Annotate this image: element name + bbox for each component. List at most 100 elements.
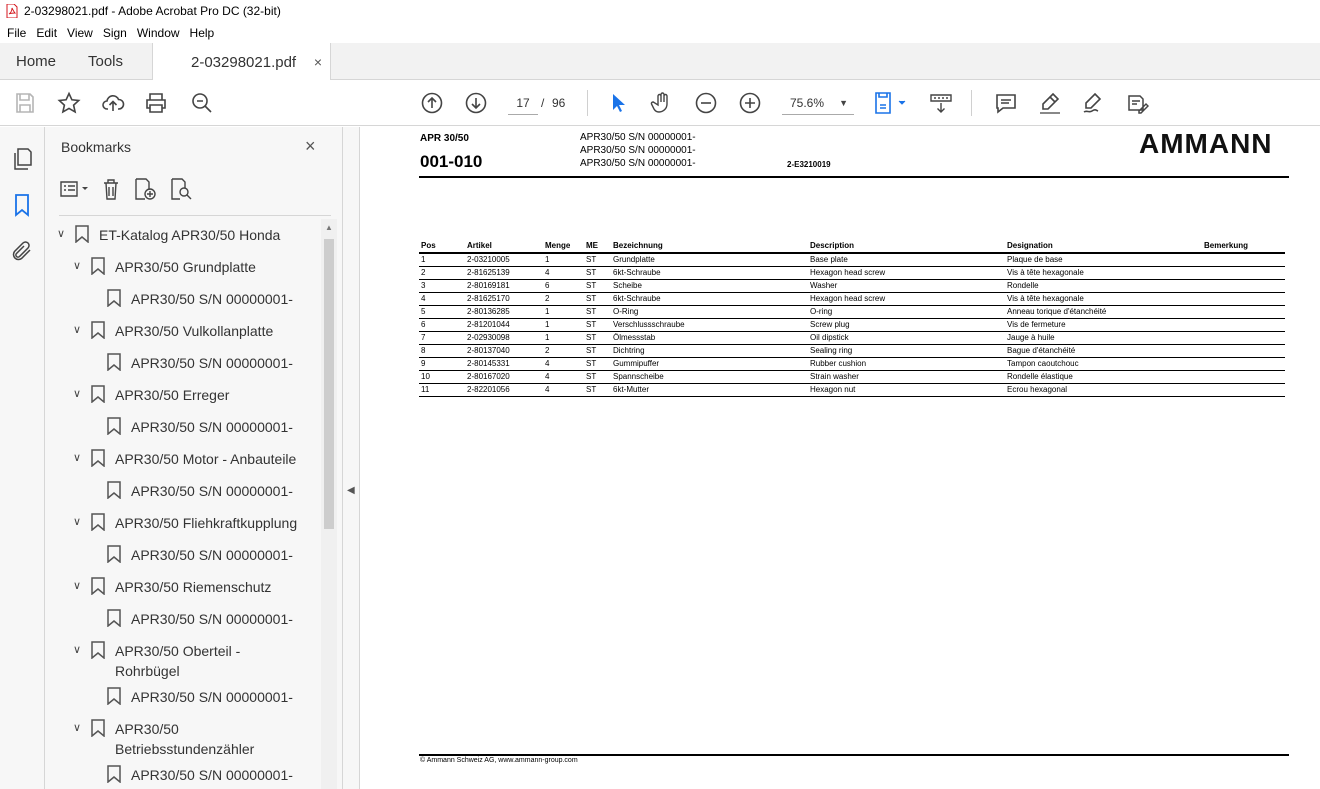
bookmark-label: APR30/50 S/N 00000001- (131, 355, 293, 371)
delete-bookmark-icon[interactable] (101, 177, 121, 201)
close-icon[interactable]: × (305, 136, 316, 157)
menu-file[interactable]: File (2, 26, 31, 40)
print-icon[interactable] (143, 90, 169, 116)
star-icon[interactable] (56, 90, 82, 116)
zoom-out-icon[interactable] (693, 90, 719, 116)
new-bookmark-icon[interactable] (133, 177, 157, 201)
bookmark-icon (91, 577, 105, 595)
page-number-input[interactable]: 17 (508, 91, 538, 115)
bookmark-item[interactable]: ∨ APR30/50 Vulkollanplatte (73, 321, 273, 341)
column-header: Description (808, 239, 1005, 254)
bookmark-item[interactable]: APR30/50 S/N 00000001- (105, 545, 293, 565)
chevron-down-icon[interactable]: ∨ (73, 259, 89, 272)
serial-line: APR30/50 S/N 00000001- (580, 158, 696, 169)
bookmark-label: APR30/50 Motor - Anbauteile (115, 451, 297, 467)
chevron-down-icon[interactable]: ∨ (73, 515, 89, 528)
table-cell: 2-81625139 (465, 266, 543, 280)
scroll-mode-icon[interactable] (928, 90, 954, 116)
scroll-up-icon[interactable]: ▲ (325, 223, 333, 232)
tab-bar: Home Tools 2-03298021.pdf × (0, 43, 1320, 81)
tab-home[interactable]: Home (16, 43, 56, 80)
chevron-down-icon[interactable]: ∨ (73, 579, 89, 592)
bookmark-item[interactable]: ∨ APR30/50 Oberteil - Rohrbügel (73, 641, 240, 681)
bookmark-item[interactable]: APR30/50 S/N 00000001- (105, 353, 293, 373)
table-cell (1202, 370, 1285, 384)
main-toolbar: 17 / 96 75.6% ▼ (0, 80, 1320, 126)
highlight-pen-icon[interactable] (1037, 90, 1063, 116)
menu-edit[interactable]: Edit (31, 26, 62, 40)
table-cell: Plaque de base (1005, 253, 1202, 267)
panel-collapse-strip[interactable]: ◀ (343, 127, 360, 789)
tab-document[interactable]: 2-03298021.pdf × (152, 43, 331, 81)
menu-sign[interactable]: Sign (98, 26, 132, 40)
chevron-left-icon[interactable]: ◀ (347, 485, 355, 496)
bookmark-icon (91, 719, 105, 737)
bookmark-item[interactable]: APR30/50 S/N 00000001- (105, 687, 293, 707)
chevron-down-icon[interactable]: ∨ (73, 721, 89, 734)
find-bookmark-icon[interactable] (169, 177, 193, 201)
table-cell: ST (584, 331, 611, 345)
table-row: 1 2-03210005 1 ST Grundplatte Base plate Plaqu… (419, 253, 1285, 267)
tab-close-icon[interactable]: × (314, 54, 322, 70)
page-down-icon[interactable] (463, 90, 489, 116)
table-cell: Tampon caoutchouc (1005, 357, 1202, 371)
table-cell: 3 (419, 279, 465, 293)
table-cell: Grundplatte (611, 253, 808, 267)
table-cell: ST (584, 383, 611, 397)
bookmark-icon (91, 449, 105, 467)
draw-sign-icon[interactable] (1080, 90, 1106, 116)
column-header: Bemerkung (1202, 239, 1285, 254)
table-cell: 10 (419, 370, 465, 384)
bookmark-item[interactable]: ∨ APR30/50 Motor - Anbauteile (73, 449, 296, 469)
table-cell: 2-82201056 (465, 383, 543, 397)
table-cell: Ecrou hexagonal (1005, 383, 1202, 397)
page-footer: © Ammann Schweiz AG, www.ammann-group.co… (420, 757, 578, 764)
menu-view[interactable]: View (62, 26, 98, 40)
table-cell (1202, 344, 1285, 358)
bookmark-item[interactable]: ∨ ET-Katalog APR30/50 Honda (57, 225, 280, 245)
zoom-in-icon[interactable] (737, 90, 763, 116)
bookmark-item[interactable]: ∨ APR30/50 Riemenschutz (73, 577, 271, 597)
page-thumbnails-icon[interactable] (10, 147, 34, 171)
zoom-level-select[interactable]: 75.6% ▼ (782, 91, 854, 115)
bookmarks-scrollbar[interactable]: ▲ (321, 219, 337, 789)
attachment-icon[interactable] (10, 239, 34, 263)
page-total: 96 (552, 96, 566, 110)
hand-tool-icon[interactable] (649, 90, 675, 116)
bookmark-item[interactable]: APR30/50 S/N 00000001- (105, 765, 293, 785)
bookmark-item[interactable]: ∨ APR30/50 Betriebsstundenzähler (73, 719, 254, 759)
cloud-upload-icon[interactable] (100, 90, 126, 116)
bookmark-item[interactable]: APR30/50 S/N 00000001- (105, 609, 293, 629)
select-cursor-icon[interactable] (605, 90, 631, 116)
page-up-icon[interactable] (419, 90, 445, 116)
tab-tools[interactable]: Tools (88, 43, 123, 80)
table-cell (1202, 279, 1285, 293)
table-cell: Hexagon head screw (808, 292, 1005, 306)
bookmark-item[interactable]: ∨ APR30/50 Fliehkraftkupplung (73, 513, 297, 533)
fit-page-icon[interactable] (872, 90, 908, 116)
save-icon[interactable] (12, 90, 38, 116)
bookmark-item[interactable]: ∨ APR30/50 Erreger (73, 385, 229, 405)
menu-window[interactable]: Window (132, 26, 185, 40)
bookmark-item[interactable]: APR30/50 S/N 00000001- (105, 481, 293, 501)
table-cell (1202, 292, 1285, 306)
search-zoom-icon[interactable] (189, 90, 215, 116)
chevron-down-icon[interactable]: ∨ (57, 227, 73, 240)
menu-help[interactable]: Help (185, 26, 220, 40)
scrollbar-thumb[interactable] (324, 239, 334, 529)
table-cell: 2-80137040 (465, 344, 543, 358)
bookmark-label: APR30/50 Oberteil - Rohrbügel (115, 641, 240, 681)
bookmark-panel-icon[interactable] (10, 193, 34, 217)
chevron-down-icon[interactable]: ∨ (73, 451, 89, 464)
bookmark-item[interactable]: APR30/50 S/N 00000001- (105, 289, 293, 309)
bookmark-item[interactable]: ∨ APR30/50 Grundplatte (73, 257, 256, 277)
bookmark-options-icon[interactable] (59, 177, 89, 201)
fill-sign-icon[interactable] (1124, 90, 1150, 116)
bookmark-item[interactable]: APR30/50 S/N 00000001- (105, 417, 293, 437)
chevron-down-icon[interactable]: ∨ (73, 387, 89, 400)
chevron-down-icon[interactable]: ∨ (73, 323, 89, 336)
chevron-down-icon[interactable]: ∨ (73, 643, 89, 656)
table-cell: 4 (543, 266, 584, 280)
comment-icon[interactable] (993, 90, 1019, 116)
table-row: 10 2-80167020 4 ST Spannscheibe Strain washer… (419, 370, 1285, 384)
